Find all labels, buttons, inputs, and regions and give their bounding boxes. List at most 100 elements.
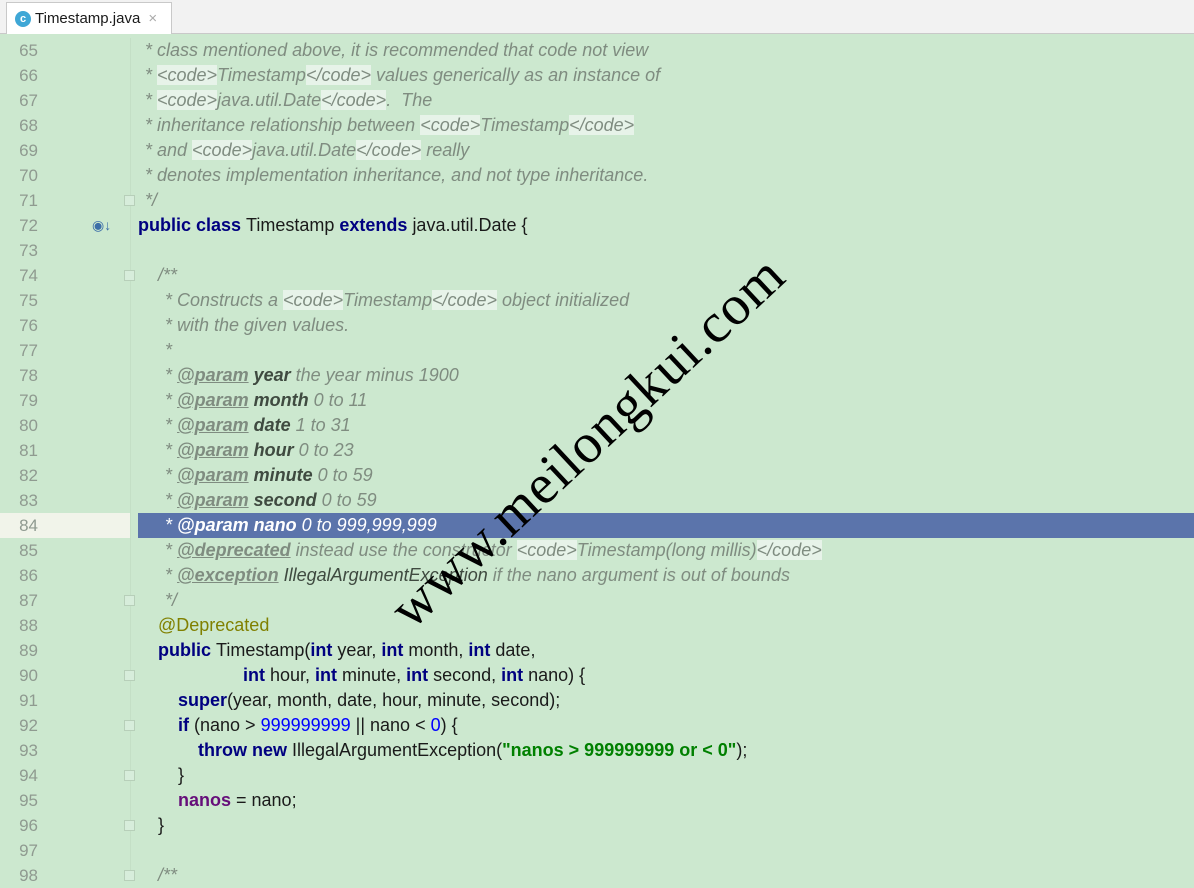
code-line[interactable]: 73	[0, 238, 1194, 263]
code-line[interactable]: 66 * <code>Timestamp</code> values generi…	[0, 63, 1194, 88]
code-editor[interactable]: 65 * class mentioned above, it is recomme…	[0, 38, 1194, 885]
code-token: int	[310, 640, 338, 660]
code-line[interactable]: 68 * inheritance relationship between <co…	[0, 113, 1194, 138]
code-line[interactable]: 83 * @param second 0 to 59	[0, 488, 1194, 513]
overridden-method-icon[interactable]: ◉↓	[92, 218, 111, 232]
code-line[interactable]: 75 * Constructs a <code>Timestamp</code> …	[0, 288, 1194, 313]
code-token: Timestamp	[217, 65, 306, 85]
code-token: month,	[408, 640, 469, 660]
code-line[interactable]: 70 * denotes implementation inheritance, …	[0, 163, 1194, 188]
code-token: }	[178, 765, 185, 785]
line-number: 90	[19, 666, 38, 685]
fold-marker-icon[interactable]	[124, 820, 135, 831]
code-line[interactable]: 72 ◉↓ public class Timestamp extends java.…	[0, 213, 1194, 238]
code-line[interactable]: 97	[0, 838, 1194, 863]
code-token: </code>	[356, 140, 422, 160]
code-text: public class Timestamp extends java.util…	[138, 213, 528, 238]
code-token: <code>	[192, 140, 253, 160]
line-number: 74	[19, 266, 38, 285]
fold-marker-icon[interactable]	[124, 195, 135, 206]
code-token: 0 to 11	[308, 390, 368, 410]
code-line[interactable]: 80 * @param date 1 to 31	[0, 413, 1194, 438]
line-number: 79	[19, 391, 38, 410]
fold-marker-icon[interactable]	[124, 770, 135, 781]
code-token: @param	[177, 515, 249, 535]
code-token: @deprecated	[177, 540, 291, 560]
code-token: @param	[177, 365, 249, 385]
code-line[interactable]: 95 nanos = nano;	[0, 788, 1194, 813]
code-text: * @exception IllegalArgumentException if…	[165, 563, 790, 588]
code-text: * class mentioned above, it is recommend…	[145, 38, 648, 63]
code-line[interactable]: 79 * @param month 0 to 11	[0, 388, 1194, 413]
code-line[interactable]: 71 */	[0, 188, 1194, 213]
line-number: 76	[19, 316, 38, 335]
code-line[interactable]: 69 * and <code>java.util.Date</code> real…	[0, 138, 1194, 163]
code-text: }	[158, 813, 164, 838]
code-line[interactable]: 90 int hour, int minute, int second, int …	[0, 663, 1194, 688]
line-number: 92	[19, 716, 38, 735]
code-line[interactable]: 82 * @param minute 0 to 59	[0, 463, 1194, 488]
code-text: * and <code>java.util.Date</code> really	[145, 138, 469, 163]
code-line[interactable]: 81 * @param hour 0 to 23	[0, 438, 1194, 463]
code-text: * @deprecated instead use the constructo…	[165, 538, 822, 563]
fold-marker-icon[interactable]	[124, 270, 135, 281]
code-text: * @param second 0 to 59	[165, 488, 377, 513]
code-token: public	[158, 640, 216, 660]
line-number: 65	[19, 41, 38, 60]
line-number: 82	[19, 466, 38, 485]
fold-marker-icon[interactable]	[124, 670, 135, 681]
line-number: 73	[19, 241, 38, 260]
code-line[interactable]: 87 */	[0, 588, 1194, 613]
code-line[interactable]: 76 * with the given values.	[0, 313, 1194, 338]
code-line[interactable]: 93 throw new IllegalArgumentException("na…	[0, 738, 1194, 763]
code-line[interactable]: 89 public Timestamp(int year, int month, …	[0, 638, 1194, 663]
code-token: 0 to 59	[316, 490, 377, 510]
code-token: nano) {	[528, 665, 586, 685]
line-number: 97	[19, 841, 38, 860]
line-number: 89	[19, 641, 38, 660]
code-line[interactable]: 91 super(year, month, date, hour, minute,…	[0, 688, 1194, 713]
code-line[interactable]: 77 *	[0, 338, 1194, 363]
line-number: 93	[19, 741, 38, 760]
code-line[interactable]: 67 * <code>java.util.Date</code>. The	[0, 88, 1194, 113]
close-icon[interactable]: ×	[148, 10, 157, 27]
code-line[interactable]: 96}	[0, 813, 1194, 838]
code-line[interactable]: 84 * @param nano 0 to 999,999,999	[0, 513, 1194, 538]
code-token: java.util.Date	[217, 90, 322, 110]
code-token: object initialized	[497, 290, 630, 310]
fold-marker-icon[interactable]	[124, 720, 135, 731]
code-token: <code>	[420, 115, 481, 135]
code-line[interactable]: 74 /**	[0, 263, 1194, 288]
code-token: * and	[145, 140, 193, 160]
code-line[interactable]: 78 * @param year the year minus 1900	[0, 363, 1194, 388]
code-text: */	[145, 188, 157, 213]
code-line[interactable]: 88 @Deprecated	[0, 613, 1194, 638]
code-text: @Deprecated	[158, 613, 269, 638]
code-text: */	[165, 588, 177, 613]
code-token: minute,	[342, 665, 407, 685]
line-number: 86	[19, 566, 38, 585]
code-text: * @param year the year minus 1900	[165, 363, 459, 388]
code-text: * <code>Timestamp</code> values generica…	[145, 63, 660, 88]
code-token: *	[145, 90, 158, 110]
code-token: second	[253, 490, 317, 510]
code-token: *	[165, 490, 178, 510]
code-line[interactable]: 92 if (nano > 999999999 || nano < 0) {	[0, 713, 1194, 738]
code-token: *	[165, 565, 178, 585]
code-text: nanos = nano;	[178, 788, 297, 813]
code-token: date	[253, 415, 291, 435]
fold-marker-icon[interactable]	[124, 595, 135, 606]
code-line[interactable]: 86 * @exception IllegalArgumentException …	[0, 563, 1194, 588]
code-token: @param	[177, 415, 249, 435]
tab-timestamp-java[interactable]: c Timestamp.java ×	[6, 2, 172, 34]
code-text: * @param date 1 to 31	[165, 413, 351, 438]
code-token: </code>	[431, 290, 498, 310]
code-line[interactable]: 94}	[0, 763, 1194, 788]
line-number: 68	[19, 116, 38, 135]
code-line[interactable]: 65 * class mentioned above, it is recomme…	[0, 38, 1194, 63]
code-token: * Constructs a	[165, 290, 284, 310]
code-text: * with the given values.	[165, 313, 349, 338]
code-token: int	[501, 665, 529, 685]
code-token: = nano;	[231, 790, 297, 810]
code-line[interactable]: 85 * @deprecated instead use the construc…	[0, 538, 1194, 563]
